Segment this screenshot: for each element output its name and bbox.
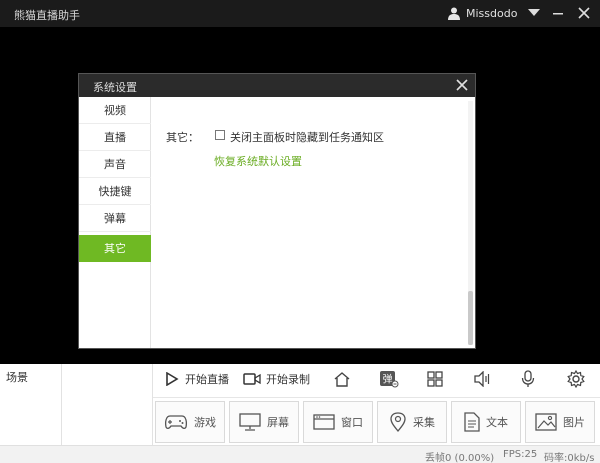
video-camera-icon xyxy=(243,373,261,385)
gamepad-icon xyxy=(164,415,188,430)
camera-pin-icon xyxy=(390,412,406,432)
status-bar: 丢帧0 (0.00%) FPS:25 码率:0kb/s xyxy=(0,445,600,463)
play-icon xyxy=(166,372,179,386)
nav-item-audio[interactable]: 声音 xyxy=(79,151,151,178)
source-screen-label: 屏幕 xyxy=(267,416,289,429)
option-group-label: 其它： xyxy=(166,131,199,144)
nav-item-danmaku[interactable]: 弹幕 xyxy=(79,205,151,232)
source-text-label: 文本 xyxy=(486,416,508,429)
settings-dialog: 系统设置 视频 直播 声音 快捷键 弹幕 其它 其它： 关闭主面板时隐藏到任务通… xyxy=(78,73,476,349)
username[interactable]: Missdodo xyxy=(466,7,517,20)
scrollbar-thumb[interactable] xyxy=(468,291,473,345)
danmaku-icon[interactable]: 弹 xyxy=(379,368,399,390)
scrollbar-track[interactable] xyxy=(468,101,473,345)
image-icon xyxy=(535,413,557,431)
hide-to-tray-checkbox[interactable] xyxy=(215,130,225,140)
dialog-header: 系统设置 xyxy=(79,74,475,97)
home-icon[interactable] xyxy=(333,368,351,390)
settings-nav: 视频 直播 声音 快捷键 弹幕 其它 xyxy=(79,97,151,348)
scene-list[interactable] xyxy=(63,364,153,445)
user-icon xyxy=(448,7,460,20)
minimize-icon[interactable] xyxy=(550,5,566,21)
source-screen-button[interactable]: 屏幕 xyxy=(229,401,299,443)
start-live-button[interactable]: 开始直播 xyxy=(165,368,229,390)
window-icon xyxy=(313,414,335,430)
app-title: 熊猫直播助手 xyxy=(14,9,80,22)
dropped-frames-status: 丢帧0 (0.00%) xyxy=(425,453,495,463)
source-buttons: 游戏 屏幕 窗口 采集 文本 图片 xyxy=(153,397,600,445)
start-live-label: 开始直播 xyxy=(185,373,229,386)
source-image-label: 图片 xyxy=(563,416,585,429)
user-menu-dropdown-icon[interactable] xyxy=(526,5,542,21)
settings-icon[interactable] xyxy=(567,368,585,390)
nav-item-other[interactable]: 其它 xyxy=(79,235,151,262)
dialog-title: 系统设置 xyxy=(93,81,137,94)
danmaku-glyph: 弹 xyxy=(383,373,393,386)
speaker-icon[interactable] xyxy=(473,368,491,390)
main-toolbar: 开始直播 开始录制 弹 xyxy=(153,364,600,396)
scene-label: 场景 xyxy=(6,371,28,384)
source-capture-button[interactable]: 采集 xyxy=(377,401,447,443)
source-window-label: 窗口 xyxy=(341,416,363,429)
settings-content: 其它： 关闭主面板时隐藏到任务通知区 恢复系统默认设置 xyxy=(152,97,475,348)
source-capture-label: 采集 xyxy=(413,416,435,429)
dialog-close-icon[interactable] xyxy=(455,78,469,92)
nav-item-live[interactable]: 直播 xyxy=(79,124,151,151)
restore-defaults-link[interactable]: 恢复系统默认设置 xyxy=(214,153,302,169)
control-panel: 场景 开始直播 开始录制 弹 游戏 屏幕 窗口 采集 文本 图片 丢帧0 (0.… xyxy=(0,364,600,463)
nav-item-video[interactable]: 视频 xyxy=(79,97,151,124)
start-record-label: 开始录制 xyxy=(266,373,310,386)
close-icon[interactable] xyxy=(576,5,592,21)
source-window-button[interactable]: 窗口 xyxy=(303,401,373,443)
scene-panel: 场景 xyxy=(0,364,62,445)
monitor-icon xyxy=(239,413,261,431)
grid-icon[interactable] xyxy=(427,368,443,390)
source-game-button[interactable]: 游戏 xyxy=(155,401,225,443)
start-record-button[interactable]: 开始录制 xyxy=(243,368,310,390)
document-icon xyxy=(464,412,480,432)
nav-item-hotkeys[interactable]: 快捷键 xyxy=(79,178,151,205)
title-bar: 熊猫直播助手 Missdodo xyxy=(0,0,600,27)
microphone-icon[interactable] xyxy=(521,368,535,390)
hide-to-tray-label[interactable]: 关闭主面板时隐藏到任务通知区 xyxy=(230,129,384,145)
source-text-button[interactable]: 文本 xyxy=(451,401,521,443)
bitrate-status: 码率:0kb/s xyxy=(544,453,595,463)
fps-status: FPS:25 xyxy=(503,449,538,460)
source-image-button[interactable]: 图片 xyxy=(525,401,595,443)
source-game-label: 游戏 xyxy=(194,416,216,429)
